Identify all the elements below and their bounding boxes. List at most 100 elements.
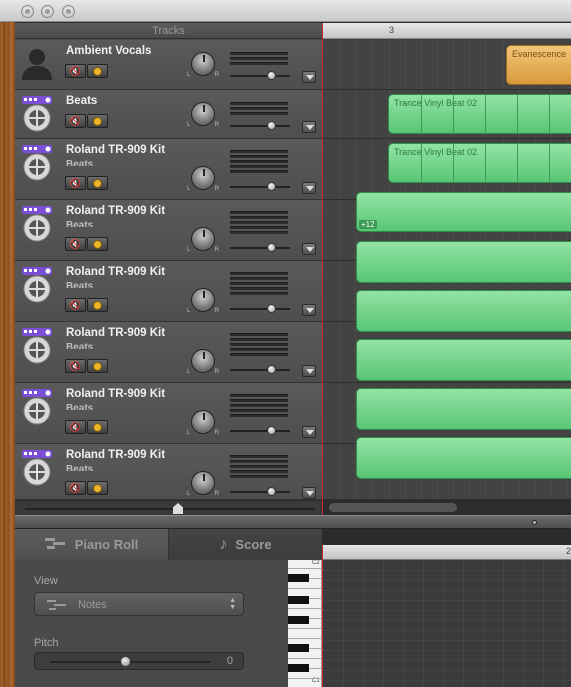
solo-button[interactable] bbox=[87, 176, 108, 190]
track-options-dropdown[interactable] bbox=[302, 121, 316, 133]
timeline-ruler[interactable]: 3 bbox=[323, 23, 571, 39]
drummer-region[interactable] bbox=[356, 437, 571, 479]
zoom-thumb[interactable] bbox=[173, 503, 183, 514]
piano-black-key[interactable] bbox=[288, 616, 309, 624]
track-name[interactable]: Roland TR-909 Kit bbox=[66, 449, 165, 461]
mute-button[interactable]: 🔇 bbox=[65, 481, 86, 495]
drummer-region[interactable] bbox=[356, 290, 571, 332]
loop-region[interactable]: Trance Vinyl Beat 02 bbox=[388, 143, 571, 183]
volume-slider[interactable] bbox=[230, 365, 290, 374]
piano-keyboard[interactable]: C2 C1 bbox=[288, 560, 322, 687]
divider-handle-icon[interactable] bbox=[532, 520, 537, 525]
volume-slider[interactable] bbox=[230, 243, 290, 252]
track-name[interactable]: Roland TR-909 Kit bbox=[66, 388, 165, 400]
mute-button[interactable]: 🔇 bbox=[65, 420, 86, 434]
volume-slider-thumb[interactable] bbox=[267, 182, 276, 191]
drummer-region[interactable]: +12 bbox=[356, 192, 571, 232]
volume-slider[interactable] bbox=[230, 487, 290, 496]
drummer-region[interactable] bbox=[356, 388, 571, 430]
solo-button[interactable] bbox=[87, 237, 108, 251]
track-row[interactable]: Roland TR-909 Kit Beats 🔇 L R bbox=[15, 261, 322, 322]
mute-button[interactable]: 🔇 bbox=[65, 298, 86, 312]
pitch-value: 0 bbox=[226, 655, 233, 667]
drum-kit-icon[interactable] bbox=[20, 389, 54, 425]
pitch-slider[interactable]: 0 bbox=[34, 652, 244, 670]
pitch-slider-thumb[interactable] bbox=[121, 657, 130, 666]
mute-button[interactable]: 🔇 bbox=[65, 237, 86, 251]
solo-button[interactable] bbox=[87, 359, 108, 373]
close-button[interactable] bbox=[21, 5, 34, 18]
track-options-dropdown[interactable] bbox=[302, 71, 316, 83]
drum-kit-icon[interactable] bbox=[20, 267, 54, 303]
volume-slider-thumb[interactable] bbox=[267, 487, 276, 496]
track-row[interactable]: Roland TR-909 Kit Beats 🔇 L R bbox=[15, 139, 322, 200]
drummer-region[interactable] bbox=[356, 241, 571, 283]
track-name[interactable]: Ambient Vocals bbox=[66, 45, 151, 57]
mute-button[interactable]: 🔇 bbox=[65, 176, 86, 190]
track-name[interactable]: Roland TR-909 Kit bbox=[66, 266, 165, 278]
scrollbar-thumb[interactable] bbox=[329, 503, 457, 512]
volume-slider-thumb[interactable] bbox=[267, 365, 276, 374]
piano-roll-ruler[interactable]: 2 bbox=[323, 545, 571, 560]
volume-slider-thumb[interactable] bbox=[267, 243, 276, 252]
editor-divider[interactable] bbox=[15, 515, 571, 529]
drum-kit-icon[interactable] bbox=[20, 145, 54, 181]
track-row[interactable]: Roland TR-909 Kit Beats 🔇 L R bbox=[15, 383, 322, 444]
track-options-dropdown[interactable] bbox=[302, 487, 316, 499]
mute-button[interactable]: 🔇 bbox=[65, 64, 86, 78]
piano-black-key[interactable] bbox=[288, 596, 309, 604]
track-options-dropdown[interactable] bbox=[302, 243, 316, 255]
piano-roll-grid[interactable]: 2 bbox=[322, 545, 571, 687]
piano-black-key[interactable] bbox=[288, 644, 309, 652]
drum-kit-icon[interactable] bbox=[20, 328, 54, 364]
audio-region[interactable]: Evanescence bbox=[506, 45, 571, 85]
volume-slider-thumb[interactable] bbox=[267, 426, 276, 435]
vocal-avatar-icon[interactable] bbox=[20, 46, 54, 80]
view-popup[interactable]: Notes ▲ ▼ bbox=[34, 592, 244, 616]
tab-piano-roll[interactable]: Piano Roll bbox=[15, 529, 168, 560]
track-zoom-slider[interactable] bbox=[15, 500, 322, 515]
pan-lr-labels: LR bbox=[187, 491, 219, 497]
mute-button[interactable]: 🔇 bbox=[65, 359, 86, 373]
volume-slider[interactable] bbox=[230, 426, 290, 435]
volume-slider-thumb[interactable] bbox=[267, 121, 276, 130]
solo-button[interactable] bbox=[87, 420, 108, 434]
track-row[interactable]: Beats 🔇 L R bbox=[15, 90, 322, 139]
track-options-dropdown[interactable] bbox=[302, 182, 316, 194]
track-name[interactable]: Roland TR-909 Kit bbox=[66, 205, 165, 217]
piano-black-key[interactable] bbox=[288, 664, 309, 672]
track-row[interactable]: Ambient Vocals 🔇 L R bbox=[15, 40, 322, 90]
drum-kit-icon[interactable] bbox=[20, 96, 54, 132]
speaker-mute-icon: 🔇 bbox=[69, 482, 82, 493]
solo-button[interactable] bbox=[87, 298, 108, 312]
drummer-region[interactable] bbox=[356, 339, 571, 381]
track-options-dropdown[interactable] bbox=[302, 304, 316, 316]
track-name[interactable]: Beats bbox=[66, 95, 97, 107]
track-row[interactable]: Roland TR-909 Kit Beats 🔇 L R bbox=[15, 444, 322, 500]
zoom-button[interactable] bbox=[62, 5, 75, 18]
tab-score[interactable]: ♪ Score bbox=[168, 529, 322, 560]
volume-slider-thumb[interactable] bbox=[267, 304, 276, 313]
track-options-dropdown[interactable] bbox=[302, 426, 316, 438]
drum-kit-icon[interactable] bbox=[20, 206, 54, 242]
volume-slider-thumb[interactable] bbox=[267, 71, 276, 80]
solo-button[interactable] bbox=[87, 481, 108, 495]
volume-slider[interactable] bbox=[230, 71, 290, 80]
solo-button[interactable] bbox=[87, 114, 108, 128]
solo-button[interactable] bbox=[87, 64, 108, 78]
timeline[interactable]: 3 Evanescence Trance Vinyl Beat 02 Trance … bbox=[322, 23, 571, 515]
volume-slider[interactable] bbox=[230, 121, 290, 130]
piano-black-key[interactable] bbox=[288, 574, 309, 582]
timeline-scrollbar[interactable] bbox=[323, 500, 571, 515]
track-name[interactable]: Roland TR-909 Kit bbox=[66, 144, 165, 156]
mute-button[interactable]: 🔇 bbox=[65, 114, 86, 128]
volume-slider[interactable] bbox=[230, 304, 290, 313]
loop-region[interactable]: Trance Vinyl Beat 02 bbox=[388, 94, 571, 134]
minimize-button[interactable] bbox=[41, 5, 54, 18]
track-row[interactable]: Roland TR-909 Kit Beats 🔇 L R bbox=[15, 200, 322, 261]
track-row[interactable]: Roland TR-909 Kit Beats 🔇 L R bbox=[15, 322, 322, 383]
track-options-dropdown[interactable] bbox=[302, 365, 316, 377]
volume-slider[interactable] bbox=[230, 182, 290, 191]
track-name[interactable]: Roland TR-909 Kit bbox=[66, 327, 165, 339]
drum-kit-icon[interactable] bbox=[20, 450, 54, 486]
